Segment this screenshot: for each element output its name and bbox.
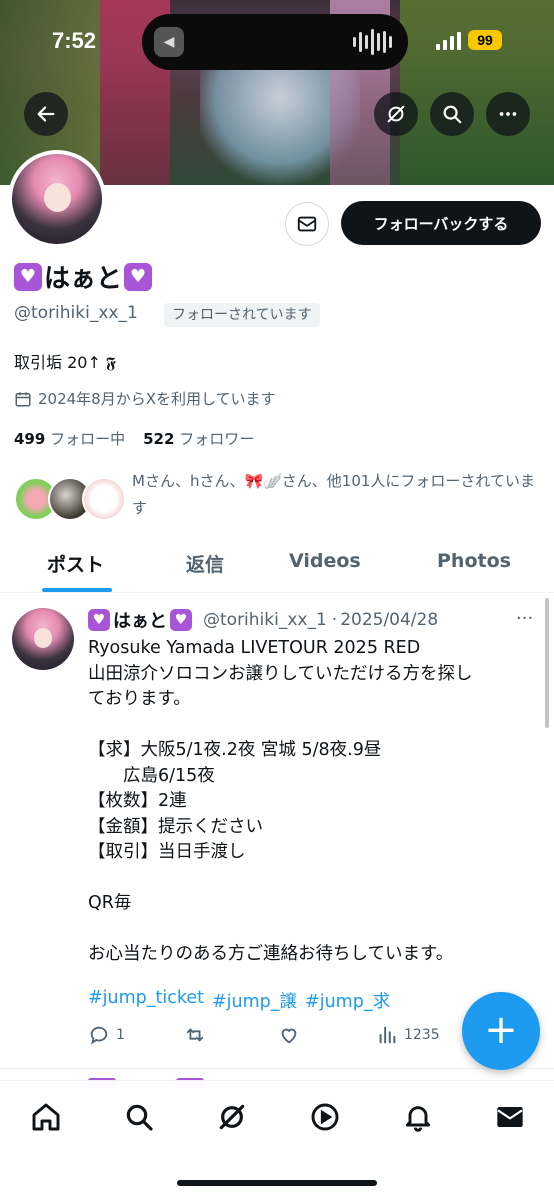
purple-heart-icon: ♥ xyxy=(14,262,42,291)
active-tab-indicator xyxy=(42,588,112,592)
tweet-text-line: 【金額】提示ください xyxy=(88,816,263,837)
more-dots-icon xyxy=(499,112,517,116)
speaker-icon: ◀ xyxy=(154,27,184,57)
tweet-text-line: 【枚数】2連 xyxy=(88,791,187,811)
joined-text: 2024年8月からXを利用しています xyxy=(38,390,276,408)
tab-replies[interactable]: 返信 xyxy=(186,550,224,577)
tweet-actions: 1 1235 xyxy=(88,1024,448,1050)
scrollbar[interactable] xyxy=(545,598,549,728)
profile-bio: 取引垢 20↑ 𝕱 xyxy=(14,353,116,372)
tweet-text-line: 広島6/15夜 xyxy=(88,765,215,786)
repost-icon xyxy=(186,1028,204,1042)
play-circle-icon xyxy=(311,1103,339,1131)
followers-count: 522 xyxy=(143,430,175,448)
status-time: 7:52 xyxy=(52,28,97,53)
tweet-avatar[interactable] xyxy=(12,608,74,670)
tweet-text-line: 【取引】当日手渡し xyxy=(88,842,246,862)
compose-post-button[interactable]: + xyxy=(462,992,540,1070)
tweet-more-icon[interactable]: ··· xyxy=(516,608,533,629)
signal-icon xyxy=(436,32,461,50)
nav-home[interactable] xyxy=(28,1099,64,1135)
hashtag-link[interactable]: #jump_求 xyxy=(305,988,390,1013)
following-count: 499 xyxy=(14,430,46,448)
grok-button[interactable] xyxy=(374,92,418,136)
search-icon xyxy=(443,105,462,124)
grok-icon xyxy=(219,1104,245,1130)
like-button[interactable] xyxy=(278,1024,300,1046)
reply-button[interactable]: 1 xyxy=(88,1024,125,1046)
home-indicator xyxy=(177,1180,377,1186)
tweet-text: Ryosuke Yamada LIVETOUR 2025 RED 山田涼介ソロコン… xyxy=(88,636,538,968)
message-button[interactable] xyxy=(285,202,329,246)
following-label: フォロー中 xyxy=(50,430,126,448)
purple-heart-icon: ♥ xyxy=(88,609,110,631)
follows-you-badge: フォローされています xyxy=(164,303,320,327)
battery-indicator: 99 xyxy=(468,30,502,50)
tweet-divider xyxy=(0,1068,554,1069)
followers-label: フォロワー xyxy=(179,430,255,448)
heart-icon xyxy=(281,1028,297,1044)
envelope-icon xyxy=(297,216,317,232)
views-button[interactable]: 1235 xyxy=(376,1024,440,1046)
tab-videos[interactable]: Videos xyxy=(289,550,361,572)
tweet-text-line: 山田涼介ソロコンお譲りしていただける方を探し xyxy=(88,663,473,684)
calendar-icon xyxy=(15,391,31,406)
tweet-text-line xyxy=(88,866,538,892)
nav-videos[interactable] xyxy=(307,1099,343,1135)
profile-name: ♥ はぁと ♥ xyxy=(14,258,153,295)
tweet-text-line: ております。 xyxy=(88,689,191,709)
mutual-followers-text: Mさん、hさん、🎀🪽さん、他101人にフォローされています xyxy=(132,472,535,517)
reply-count: 1 xyxy=(116,1027,125,1043)
mutual-followers[interactable]: Mさん、hさん、🎀🪽さん、他101人にフォローされています xyxy=(14,472,542,526)
home-icon xyxy=(32,1103,60,1131)
tweet-header: ♥ はぁと ♥ @torihiki_xx_1 · 2025/04/28 xyxy=(88,607,438,633)
profile-name-text: はぁと xyxy=(44,264,123,294)
followers-link[interactable]: 522 フォロワー xyxy=(143,428,254,449)
purple-heart-icon: ♥ xyxy=(124,262,153,291)
audio-wave-icon xyxy=(353,28,392,56)
nav-search[interactable] xyxy=(121,1099,157,1135)
nav-messages[interactable] xyxy=(492,1099,528,1135)
follow-back-button[interactable]: フォローバックする xyxy=(341,201,541,245)
bar-chart-icon xyxy=(379,1026,396,1044)
grok-icon xyxy=(387,105,405,123)
repost-button[interactable] xyxy=(184,1024,206,1046)
profile-tabs: ポスト 返信 Videos Photos xyxy=(0,540,554,593)
following-link[interactable]: 499 フォロー中 xyxy=(14,428,125,449)
hashtag-link[interactable]: #jump_ticket xyxy=(88,988,204,1013)
tweet-separator: · xyxy=(331,610,338,630)
tweet-text-line: QR毎 xyxy=(88,893,132,913)
nav-notifications[interactable] xyxy=(400,1099,436,1135)
profile-handle: @torihiki_xx_1 xyxy=(14,303,138,323)
purple-heart-icon: ♥ xyxy=(170,609,192,631)
view-count: 1235 xyxy=(404,1027,440,1043)
tweet-author-handle[interactable]: @torihiki_xx_1 xyxy=(203,610,327,630)
back-button[interactable] xyxy=(24,92,68,136)
tweet-date[interactable]: 2025/04/28 xyxy=(340,610,438,630)
dynamic-island: ◀ xyxy=(142,14,408,70)
search-icon xyxy=(126,1104,153,1131)
hashtag-link[interactable]: #jump_譲 xyxy=(212,988,297,1013)
search-button[interactable] xyxy=(430,92,474,136)
follow-stats: 499 フォロー中 522 フォロワー xyxy=(14,428,254,449)
tab-photos[interactable]: Photos xyxy=(437,550,511,572)
tweet-text-line: お心当たりのある方ご連絡お待ちしています。 xyxy=(88,944,454,964)
tab-posts[interactable]: ポスト xyxy=(47,550,104,577)
tweet-hashtags: #jump_ticket #jump_譲 #jump_求 xyxy=(88,988,390,1013)
tweet-author-name[interactable]: はぁと xyxy=(113,607,167,633)
nav-grok[interactable] xyxy=(214,1099,250,1135)
profile-avatar[interactable] xyxy=(8,150,106,248)
more-options-button[interactable] xyxy=(486,92,530,136)
joined-date: 2024年8月からXを利用しています xyxy=(14,388,276,409)
arrow-left-icon xyxy=(37,106,55,122)
mutual-avatar xyxy=(82,477,126,521)
tweet-text-line: Ryosuke Yamada LIVETOUR 2025 RED xyxy=(88,638,421,658)
reply-icon xyxy=(90,1026,108,1045)
tweet-text-line: 【求】大阪5/1夜.2夜 宮城 5/8夜.9昼 xyxy=(88,740,382,760)
tweet-text-line xyxy=(88,917,538,943)
tweet-text-line xyxy=(88,713,538,739)
bell-icon xyxy=(405,1106,431,1132)
envelope-filled-icon xyxy=(497,1107,523,1127)
